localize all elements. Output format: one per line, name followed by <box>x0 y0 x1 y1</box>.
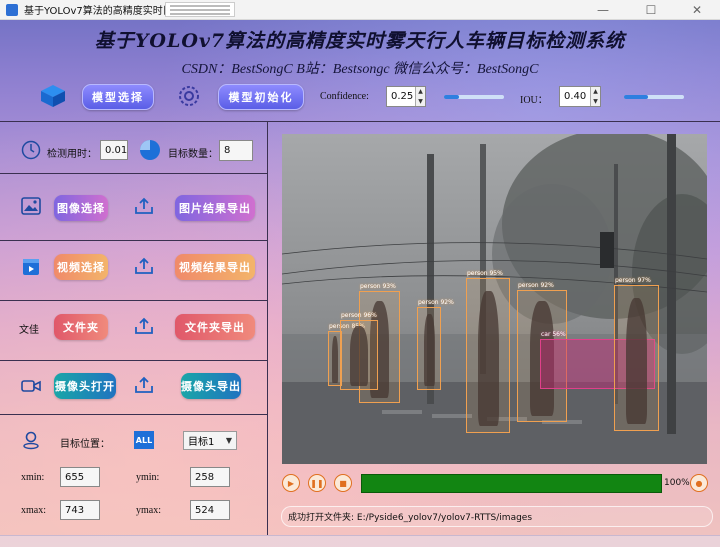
location-icon <box>23 431 39 450</box>
window-bottom-strip <box>0 535 720 547</box>
status-bar: 成功打开文件夹: E:/Pyside6_yolov7/yolov7-RTTS/i… <box>281 506 713 527</box>
detection-label: person 95% <box>467 270 503 277</box>
upload-icon[interactable] <box>134 317 154 335</box>
title-thumbnail <box>165 2 235 17</box>
xmin-label: xmin: <box>21 472 45 483</box>
detection-image: person 85% person 93% person 96% person 92%… <box>282 134 707 464</box>
xmin-field: 655 <box>60 467 100 487</box>
pause-icon: ❚❚ <box>310 478 324 488</box>
person-figure <box>332 336 338 383</box>
iou-spinbox[interactable]: 0.40 ▲ ▼ <box>559 86 601 107</box>
person-figure <box>350 326 368 387</box>
cube-icon <box>41 85 65 107</box>
detection-label: person 93% <box>360 283 396 290</box>
xmax-field: 743 <box>60 500 100 520</box>
video-select-button[interactable]: 视频选择 <box>54 254 108 280</box>
camera-export-button[interactable]: 摄像头导出 <box>181 373 241 399</box>
iou-label: IOU： <box>520 95 548 106</box>
detection-box: person 95% <box>466 270 510 433</box>
spin-up-icon[interactable]: ▲ <box>591 87 600 97</box>
confidence-slider[interactable] <box>444 95 504 99</box>
camera-icon <box>21 380 41 392</box>
model-init-button[interactable]: 模型初始化 <box>218 84 304 110</box>
detection-label: car 56% <box>541 331 566 338</box>
page-subtitle: CSDN：BestSongC B站：Bestsongc 微信公众号：BestSo… <box>181 62 539 77</box>
count-value-field: 8 <box>219 140 253 161</box>
window-titlebar: 基于YOLOv7算法的高精度实时目标检测系统 — ☐ ✕ <box>0 0 720 20</box>
folder-icon: 文佳 <box>19 325 39 336</box>
progress-percent: 100% <box>664 478 690 488</box>
model-select-button[interactable]: 模型选择 <box>82 84 154 110</box>
upload-icon[interactable] <box>134 197 154 215</box>
maximize-button[interactable]: ☐ <box>628 0 674 20</box>
person-figure <box>625 297 648 425</box>
spin-up-icon[interactable]: ▲ <box>416 87 425 97</box>
all-icon: ALL <box>134 431 154 449</box>
camera-open-button[interactable]: 摄像头打开 <box>54 373 116 399</box>
ymax-label: ymax: <box>136 505 161 516</box>
ymax-field: 524 <box>190 500 230 520</box>
play-icon: ▶ <box>287 478 295 488</box>
detection-label: person 97% <box>615 277 651 284</box>
person-figure <box>423 314 435 386</box>
divider <box>0 240 267 241</box>
clock-icon <box>21 140 41 160</box>
xmax-label: xmax: <box>21 505 46 516</box>
gear-icon <box>179 86 199 106</box>
progress-bar <box>361 474 662 493</box>
app-icon <box>6 3 18 16</box>
time-label: 检测用时： <box>47 149 97 160</box>
image-select-button[interactable]: 图像选择 <box>54 195 108 221</box>
folder-select-button[interactable]: 文件夹 <box>54 314 108 340</box>
detection-box: person 92% <box>417 299 454 390</box>
page-title: 基于YOLOv7算法的高精度实时雾天行人车辆目标检测系统 <box>94 30 626 52</box>
pie-chart-icon <box>140 140 160 160</box>
confidence-label: Confidence: <box>320 91 369 102</box>
detection-label: person 96% <box>341 312 377 319</box>
image-export-button[interactable]: 图片结果导出 <box>175 195 255 221</box>
folder-export-button[interactable]: 文件夹导出 <box>175 314 255 340</box>
detection-box: person 96% <box>340 312 378 390</box>
pause-button[interactable]: ❚❚ <box>308 474 326 492</box>
chevron-down-icon: ▼ <box>225 436 232 445</box>
target-select-dropdown[interactable]: 目标1 ▼ <box>183 431 237 450</box>
confidence-spinbox[interactable]: 0.25 ▲ ▼ <box>386 86 426 107</box>
detection-box: person 97% <box>614 277 659 431</box>
target-selected-value: 目标1 <box>188 437 215 448</box>
divider <box>0 300 267 301</box>
stop-icon: ■ <box>339 478 347 488</box>
minimize-button[interactable]: — <box>580 0 626 20</box>
iou-value: 0.40 <box>564 91 587 102</box>
divider <box>0 360 267 361</box>
divider <box>0 414 267 415</box>
time-value-field: 0.01 <box>100 140 128 160</box>
iou-slider[interactable] <box>624 95 684 99</box>
stop-button[interactable]: ■ <box>334 474 352 492</box>
count-label: 目标数量： <box>168 149 218 160</box>
close-button[interactable]: ✕ <box>674 0 720 20</box>
divider <box>267 121 268 535</box>
upload-icon[interactable] <box>134 257 154 275</box>
divider <box>0 121 720 122</box>
ymin-field: 258 <box>190 467 230 487</box>
target-position-label: 目标位置： <box>60 439 110 450</box>
video-export-button[interactable]: 视频结果导出 <box>175 254 255 280</box>
play-button[interactable]: ▶ <box>282 474 300 492</box>
spin-down-icon[interactable]: ▼ <box>591 96 600 106</box>
detection-label: person 92% <box>418 299 454 306</box>
record-icon: ● <box>695 478 703 488</box>
divider <box>0 173 267 174</box>
confidence-value: 0.25 <box>391 91 414 102</box>
spin-down-icon[interactable]: ▼ <box>416 96 425 106</box>
detection-label: person 92% <box>518 282 554 289</box>
ymin-label: ymin: <box>136 472 160 483</box>
video-icon <box>23 259 39 275</box>
upload-icon[interactable] <box>134 376 154 394</box>
record-button[interactable]: ● <box>690 474 708 492</box>
person-figure <box>477 291 499 426</box>
image-icon <box>21 197 41 215</box>
